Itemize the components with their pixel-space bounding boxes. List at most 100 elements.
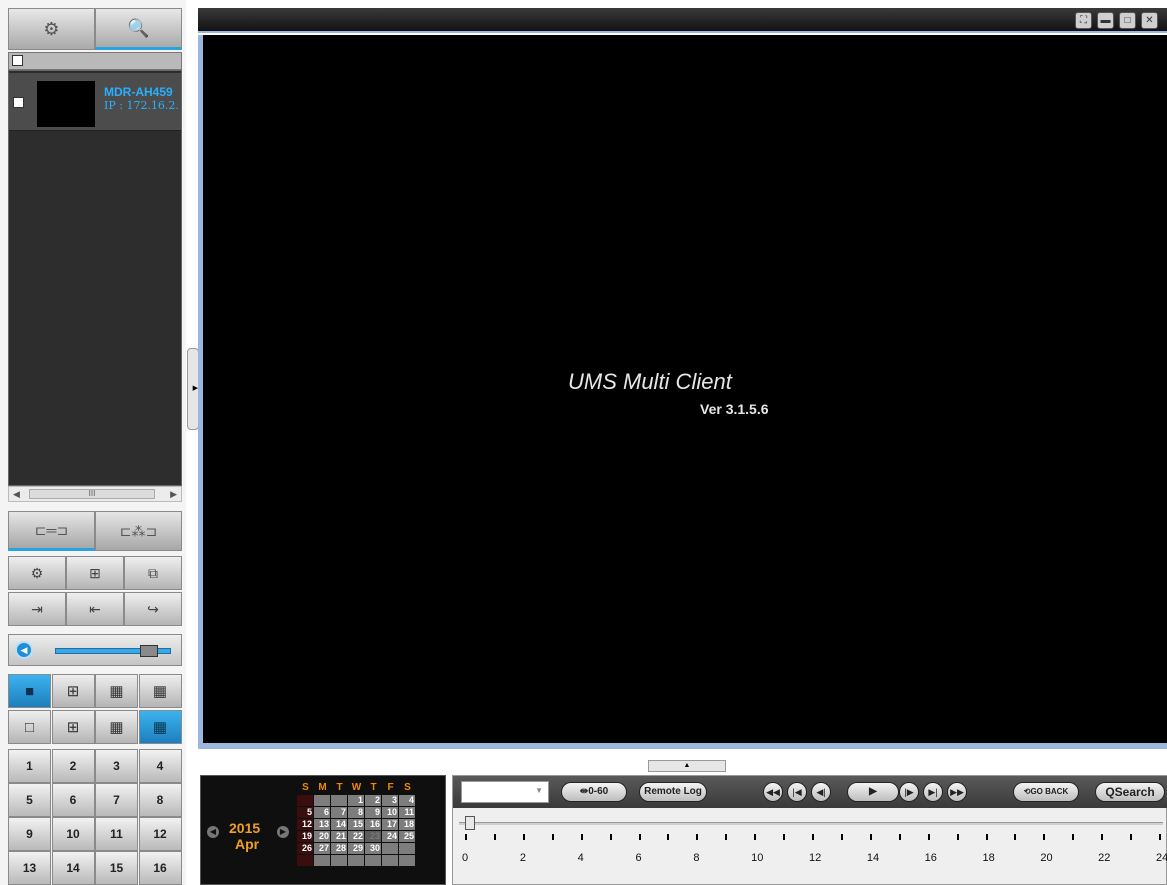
- timeline-tick: [609, 834, 612, 840]
- layout-button[interactable]: ▦: [138, 710, 182, 744]
- next-month-button[interactable]: ▶: [277, 826, 289, 838]
- speaker-icon[interactable]: ◀: [15, 641, 33, 659]
- channel-button[interactable]: 8: [138, 783, 182, 817]
- calendar-day[interactable]: 6: [314, 807, 330, 818]
- calendar-day[interactable]: 15: [348, 819, 364, 830]
- channel-button[interactable]: 12: [138, 817, 182, 851]
- timeline-cursor[interactable]: [465, 816, 475, 830]
- device-item[interactable]: MDR-AH459 IP : 172.16.2.: [9, 73, 181, 131]
- channel-button[interactable]: 15: [95, 851, 138, 885]
- channel-button[interactable]: 16: [138, 851, 182, 885]
- calendar-day[interactable]: 27: [314, 843, 330, 854]
- range-button[interactable]: ⇹0-60: [561, 782, 627, 802]
- volume-slider[interactable]: [55, 645, 171, 657]
- calendar-day[interactable]: 30: [365, 843, 381, 854]
- fast-forward-button[interactable]: ▶▶: [947, 782, 967, 802]
- calendar-day[interactable]: 22: [348, 831, 364, 842]
- scroll-thumb[interactable]: III: [29, 489, 155, 499]
- remote-log-button[interactable]: Remote Log: [639, 782, 707, 802]
- skip-back-button[interactable]: |◀: [787, 782, 807, 802]
- calendar-day[interactable]: 23: [365, 831, 381, 842]
- search-tab[interactable]: 🔍: [95, 8, 182, 50]
- layout-button[interactable]: ▦: [95, 674, 138, 708]
- timeline[interactable]: 0 2 4 6 8 10 12 14 16 18 20 22 24: [459, 812, 1167, 882]
- layout-button[interactable]: ▦: [138, 674, 182, 708]
- layout-button[interactable]: ▦: [95, 710, 138, 744]
- calendar-day[interactable]: 28: [331, 843, 347, 854]
- calendar-day: [331, 795, 347, 806]
- export-button[interactable]: ⇥: [8, 592, 66, 626]
- calendar-day[interactable]: 5: [297, 807, 313, 818]
- calendar-day[interactable]: 2: [365, 795, 381, 806]
- channel-dropdown[interactable]: ▼: [461, 781, 549, 803]
- channel-button[interactable]: 10: [51, 817, 95, 851]
- calendar-day[interactable]: 21: [331, 831, 347, 842]
- calendar-day[interactable]: 12: [297, 819, 313, 830]
- calendar-day[interactable]: 9: [365, 807, 381, 818]
- calendar-day[interactable]: 26: [297, 843, 313, 854]
- layout-button[interactable]: ⊞: [51, 710, 95, 744]
- calendar-day[interactable]: 1: [348, 795, 364, 806]
- device-settings-button[interactable]: ⚙: [8, 556, 66, 590]
- skip-forward-button[interactable]: ▶|: [923, 782, 943, 802]
- collapse-panel-button[interactable]: ▲: [648, 760, 726, 772]
- calendar-day[interactable]: 25: [399, 831, 415, 842]
- channel-button[interactable]: 3: [95, 749, 138, 783]
- scroll-right-icon[interactable]: ▶: [170, 489, 177, 500]
- range-icon: ⇹: [579, 786, 589, 797]
- calendar-day[interactable]: 3: [382, 795, 398, 806]
- calendar-day[interactable]: 11: [399, 807, 415, 818]
- channel-button[interactable]: 6: [51, 783, 95, 817]
- calendar-day[interactable]: 17: [382, 819, 398, 830]
- channel-button[interactable]: 4: [138, 749, 182, 783]
- calendar-day[interactable]: 18: [399, 819, 415, 830]
- calendar-day[interactable]: 7: [331, 807, 347, 818]
- channel-button[interactable]: 1: [8, 749, 51, 783]
- group-button[interactable]: ⧉: [124, 556, 182, 590]
- calendar-day[interactable]: 4: [399, 795, 415, 806]
- redirect-button[interactable]: ↪: [124, 592, 182, 626]
- add-device-button[interactable]: ⊞: [66, 556, 124, 590]
- fast-rewind-button[interactable]: ◀◀: [763, 782, 783, 802]
- fullscreen-button[interactable]: ⛶: [1075, 12, 1092, 29]
- maximize-button[interactable]: □: [1119, 12, 1136, 29]
- calendar-day[interactable]: 19: [297, 831, 313, 842]
- channel-button[interactable]: 11: [95, 817, 138, 851]
- layout-button[interactable]: □: [8, 710, 51, 744]
- calendar-day[interactable]: 14: [331, 819, 347, 830]
- step-back-button[interactable]: ◀|: [811, 782, 831, 802]
- calendar-day[interactable]: 10: [382, 807, 398, 818]
- select-all-checkbox[interactable]: [12, 55, 23, 66]
- channel-button[interactable]: 13: [8, 851, 51, 885]
- channel-button[interactable]: 14: [51, 851, 95, 885]
- import-button[interactable]: ⇤: [66, 592, 124, 626]
- channel-button[interactable]: 5: [8, 783, 51, 817]
- channel-button[interactable]: 2: [51, 749, 95, 783]
- calendar-day[interactable]: 20: [314, 831, 330, 842]
- calendar-day[interactable]: 29: [348, 843, 364, 854]
- channel-button[interactable]: 9: [8, 817, 51, 851]
- previous-month-button[interactable]: ◀: [207, 826, 219, 838]
- multi-connect-icon: ⊏⁂⊐: [119, 522, 158, 539]
- calendar-day[interactable]: 13: [314, 819, 330, 830]
- calendar-day[interactable]: 24: [382, 831, 398, 842]
- scroll-left-icon[interactable]: ◀: [13, 489, 20, 500]
- search-button[interactable]: QSearch: [1095, 782, 1165, 802]
- video-display[interactable]: UMS Multi Client Ver 3.1.5.6: [203, 35, 1167, 743]
- channel-button[interactable]: 7: [95, 783, 138, 817]
- calendar-day[interactable]: 16: [365, 819, 381, 830]
- device-checkbox[interactable]: [13, 97, 24, 108]
- layout-button[interactable]: ■: [8, 674, 51, 708]
- step-forward-button[interactable]: |▶: [899, 782, 919, 802]
- settings-tab[interactable]: ⚙: [8, 8, 95, 50]
- single-connect-button[interactable]: ⊏═⊐: [8, 511, 95, 551]
- layout-button[interactable]: ⊞: [51, 674, 95, 708]
- play-button[interactable]: ▶: [847, 782, 899, 802]
- close-button[interactable]: ✕: [1141, 12, 1158, 29]
- calendar-day[interactable]: 8: [348, 807, 364, 818]
- device-list-scrollbar[interactable]: ◀ III ▶: [8, 486, 182, 502]
- volume-slider-knob[interactable]: [140, 645, 158, 657]
- go-back-button[interactable]: ⟲GO BACK: [1013, 782, 1079, 802]
- minimize-button[interactable]: ▬: [1097, 12, 1114, 29]
- multi-connect-button[interactable]: ⊏⁂⊐: [95, 511, 182, 551]
